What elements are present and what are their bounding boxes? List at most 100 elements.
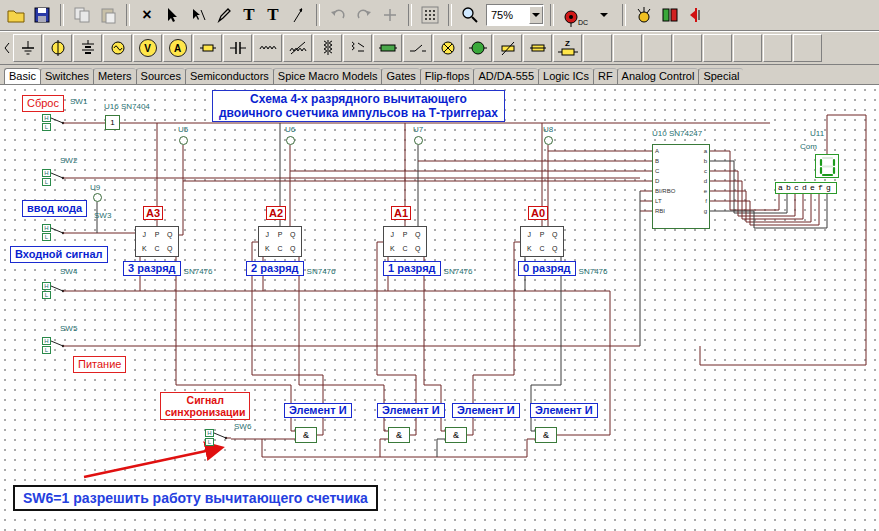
zoom-dropdown-button[interactable] — [529, 6, 543, 24]
logic-probe[interactable] — [93, 193, 102, 202]
logic-probe[interactable] — [544, 136, 553, 145]
switch[interactable]: HL — [42, 169, 68, 186]
part-button[interactable] — [223, 34, 252, 62]
part-button[interactable] — [343, 34, 372, 62]
analysis-button[interactable] — [632, 3, 656, 27]
empty-part-slot[interactable] — [763, 34, 792, 62]
wire-tool[interactable] — [212, 3, 236, 27]
and-gate[interactable]: & — [535, 427, 557, 443]
switch[interactable]: HL — [42, 337, 68, 354]
ammeter-button[interactable]: A — [163, 34, 192, 62]
folder-icon — [7, 6, 25, 24]
flipflop-pin: Q — [286, 228, 299, 242]
switch-lever-icon — [51, 282, 68, 299]
switch-label: SW2 — [60, 156, 77, 165]
tab[interactable]: Basic — [4, 68, 40, 84]
tab[interactable]: Sources — [136, 68, 185, 84]
text-tool[interactable]: T — [238, 3, 260, 27]
tab[interactable]: Flip-flops — [420, 68, 474, 84]
sync-note-line: синхронизации — [165, 406, 245, 418]
tab[interactable]: Logic ICs — [538, 68, 593, 84]
switch-lever-icon — [51, 114, 68, 131]
switch[interactable]: HL — [205, 429, 231, 446]
probe-label: U9 — [90, 183, 100, 192]
tab[interactable]: Semiconductors — [185, 68, 273, 84]
part-button[interactable] — [13, 34, 42, 62]
and-gate[interactable]: & — [295, 427, 317, 443]
empty-part-slot[interactable] — [643, 34, 672, 62]
voltmeter-button[interactable]: V — [133, 34, 162, 62]
zoom-select[interactable]: 75% — [486, 4, 544, 26]
open-button[interactable] — [4, 3, 28, 27]
title-line: Схема 4-х разрядного вычитающего — [219, 92, 498, 106]
logic-probe[interactable] — [286, 136, 295, 145]
switch[interactable]: HL — [42, 282, 68, 299]
probe-button[interactable]: DC — [560, 3, 590, 27]
empty-part-slot[interactable] — [793, 34, 822, 62]
sync-note: Сигналсинхронизации — [160, 392, 250, 420]
empty-part-slot[interactable] — [703, 34, 732, 62]
tab[interactable]: Meters — [93, 68, 136, 84]
part-button[interactable] — [523, 34, 552, 62]
save-button[interactable] — [30, 3, 54, 27]
undo-button[interactable] — [326, 3, 350, 27]
part-button[interactable] — [193, 34, 222, 62]
switch[interactable]: HL — [42, 224, 68, 241]
part-button[interactable] — [283, 34, 312, 62]
scroll-left-button[interactable] — [2, 34, 12, 62]
tab[interactable]: AD/DA-555 — [473, 68, 538, 84]
jk-flipflop[interactable]: JPQKCQ — [520, 226, 564, 257]
decoder[interactable]: ABCDBI/RBOLTRBIabcdefg — [652, 144, 710, 229]
part-button[interactable] — [103, 34, 132, 62]
empty-part-slot[interactable] — [613, 34, 642, 62]
grid-button[interactable] — [418, 3, 442, 27]
and-gate[interactable]: & — [445, 427, 467, 443]
redo-button[interactable] — [352, 3, 376, 27]
empty-part-slot[interactable] — [673, 34, 702, 62]
diagram-title: Схема 4-х разрядного вычитающегодвоичног… — [212, 90, 505, 122]
zener-button[interactable]: Z — [553, 34, 582, 62]
rotate-tool[interactable] — [186, 3, 210, 27]
inverter[interactable]: 1 — [105, 115, 120, 130]
part-button[interactable] — [253, 34, 282, 62]
zoom-button[interactable] — [458, 3, 482, 27]
jk-flipflop[interactable]: JPQKCQ — [258, 226, 302, 257]
logic-probe[interactable] — [414, 136, 423, 145]
run-button[interactable] — [658, 3, 682, 27]
seven-segment-icon — [815, 154, 839, 178]
part-button[interactable] — [43, 34, 72, 62]
and-gate[interactable]: & — [388, 427, 410, 443]
part-button[interactable] — [373, 34, 402, 62]
ac-source-icon — [109, 39, 127, 57]
jk-flipflop[interactable]: JPQKCQ — [135, 226, 179, 257]
tab[interactable]: RF — [593, 68, 617, 84]
copy-button[interactable] — [70, 3, 94, 27]
pause-button[interactable] — [684, 3, 708, 27]
part-button[interactable] — [433, 34, 462, 62]
delete-button[interactable]: × — [136, 3, 158, 27]
add-button[interactable] — [378, 3, 402, 27]
schematic-canvas[interactable]: Схема 4-х разрядного вычитающегодвоичног… — [0, 85, 879, 531]
part-button[interactable] — [493, 34, 522, 62]
text-edit-tool[interactable]: T — [262, 3, 284, 27]
empty-part-slot[interactable] — [583, 34, 612, 62]
part-button[interactable] — [73, 34, 102, 62]
probe-dropdown[interactable] — [592, 3, 616, 27]
empty-part-slot[interactable] — [733, 34, 762, 62]
part-button[interactable] — [313, 34, 342, 62]
part-button[interactable] — [463, 34, 492, 62]
part-button[interactable] — [403, 34, 432, 62]
tab[interactable]: Switches — [40, 68, 93, 84]
toolbar-separator — [550, 4, 554, 26]
tab[interactable]: Analog Control — [617, 68, 699, 84]
select-tool[interactable] — [160, 3, 184, 27]
paste-button[interactable] — [96, 3, 120, 27]
tab[interactable]: Special — [698, 68, 743, 84]
switch-contacts: HL — [42, 282, 51, 299]
tab[interactable]: Gates — [381, 68, 419, 84]
switch[interactable]: HL — [42, 114, 68, 131]
logic-probe[interactable] — [179, 136, 188, 145]
jk-flipflop[interactable]: JPQKCQ — [383, 226, 427, 257]
tab[interactable]: Spice Macro Models — [273, 68, 382, 84]
fuse-icon — [529, 39, 547, 57]
